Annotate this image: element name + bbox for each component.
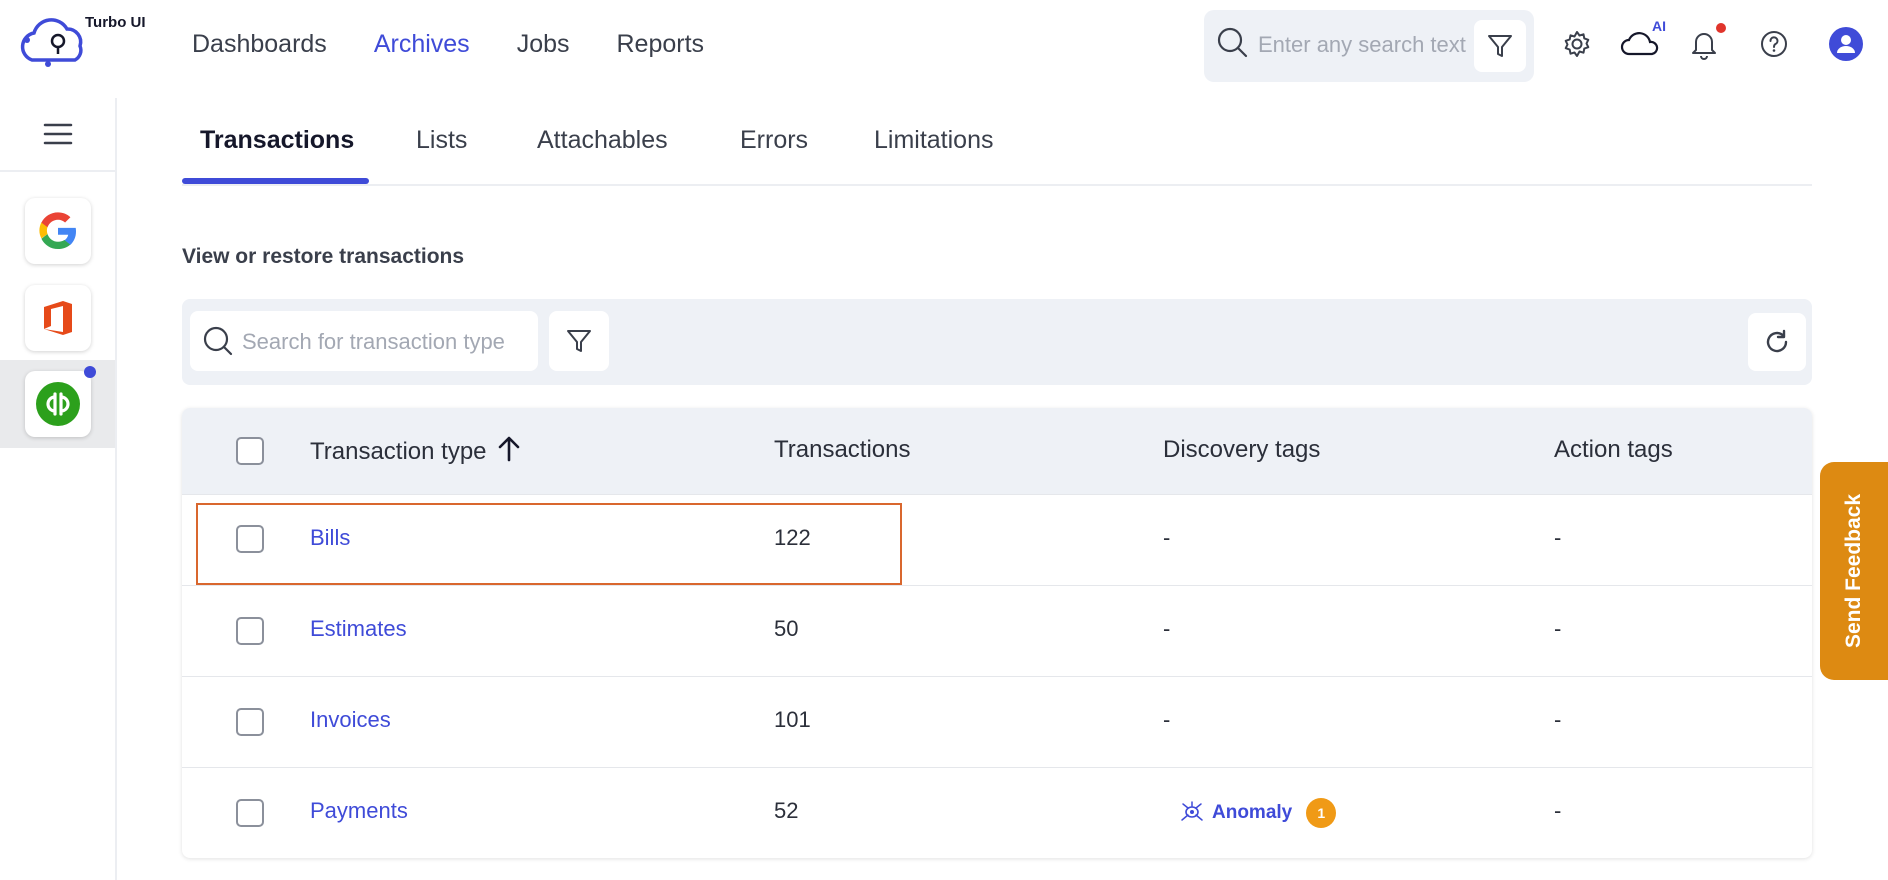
discovery-tags-value: -: [1163, 525, 1171, 550]
top-bar: Turbo UI Dashboards Archives Jobs Report…: [0, 0, 1888, 92]
nav-archives[interactable]: Archives: [374, 30, 470, 59]
table-row: Estimates 50 - -: [182, 585, 1812, 676]
section-title: View or restore transactions: [182, 245, 465, 268]
quickbooks-status-dot: [84, 366, 96, 378]
tab-limitations[interactable]: Limitations: [874, 126, 994, 155]
global-search-input[interactable]: Enter any search text: [1204, 10, 1534, 82]
brand-name: Turbo UI: [85, 14, 146, 31]
tab-attachables[interactable]: Attachables: [537, 126, 668, 155]
transaction-count: 50: [774, 616, 799, 641]
send-feedback-button[interactable]: Send Feedback: [1820, 462, 1888, 680]
row-checkbox[interactable]: [236, 799, 264, 827]
column-action-tags[interactable]: Action tags: [1554, 436, 1673, 464]
refresh-icon: [1766, 329, 1788, 353]
action-tags-value: -: [1554, 707, 1562, 732]
transaction-search-input[interactable]: Search for transaction type: [190, 311, 538, 371]
global-search-placeholder: Enter any search text: [1258, 32, 1466, 57]
filter-button[interactable]: [549, 311, 609, 371]
table-row: Bills 122 - -: [182, 494, 1812, 585]
nav-reports[interactable]: Reports: [617, 30, 705, 59]
sort-ascending-icon: [497, 436, 521, 469]
row-checkbox[interactable]: [236, 617, 264, 645]
archive-tabs: Transactions Lists Attachables Errors Li…: [182, 108, 1812, 186]
table-header: Transaction type Transactions Discovery …: [182, 408, 1812, 494]
transaction-search-placeholder: Search for transaction type: [242, 329, 505, 354]
transaction-type-link[interactable]: Invoices: [310, 707, 391, 733]
discovery-tags-value: -: [1163, 707, 1171, 732]
discovery-tags-value: -: [1163, 616, 1171, 641]
action-tags-value: -: [1554, 525, 1562, 550]
action-tags-value: -: [1554, 616, 1562, 641]
transaction-type-link[interactable]: Bills: [310, 525, 350, 551]
column-transactions[interactable]: Transactions: [774, 436, 911, 464]
notification-dot: [1716, 23, 1726, 33]
row-checkbox[interactable]: [236, 708, 264, 736]
transaction-type-link[interactable]: Payments: [310, 798, 408, 824]
google-icon[interactable]: [25, 198, 91, 264]
send-feedback-label: Send Feedback: [1842, 493, 1865, 649]
quickbooks-icon[interactable]: [25, 371, 91, 437]
search-icon: [1216, 26, 1250, 65]
table-row: Payments 52 Anomaly 1 -: [182, 767, 1812, 858]
turbo-logo-icon[interactable]: [18, 16, 90, 72]
tab-transactions[interactable]: Transactions: [200, 126, 354, 155]
anomaly-tag[interactable]: Anomaly 1: [1180, 798, 1337, 828]
gear-icon[interactable]: [1557, 24, 1597, 64]
user-avatar-icon[interactable]: [1826, 24, 1866, 64]
office-icon[interactable]: [25, 285, 91, 351]
tab-errors[interactable]: Errors: [740, 126, 808, 155]
nav-jobs[interactable]: Jobs: [517, 30, 570, 59]
search-icon: [202, 325, 234, 362]
select-all-checkbox[interactable]: [236, 437, 264, 465]
main-nav: Dashboards Archives Jobs Reports: [192, 30, 751, 59]
filter-icon: [567, 330, 591, 352]
anomaly-icon: [1180, 800, 1204, 827]
app-rail: [0, 98, 117, 880]
table-row: Invoices 101 - -: [182, 676, 1812, 767]
transactions-toolbar: Search for transaction type: [182, 299, 1812, 385]
ai-badge: AI: [1652, 18, 1666, 34]
row-checkbox[interactable]: [236, 525, 264, 553]
active-tab-indicator: [182, 178, 369, 184]
transaction-count: 52: [774, 798, 799, 823]
refresh-button[interactable]: [1748, 313, 1806, 371]
help-icon[interactable]: [1754, 24, 1794, 64]
hamburger-menu-icon[interactable]: [0, 98, 115, 172]
column-transaction-type[interactable]: Transaction type: [310, 436, 521, 469]
column-label: Transaction type: [310, 437, 487, 465]
anomaly-label: Anomaly: [1212, 802, 1293, 823]
transactions-table: Transaction type Transactions Discovery …: [182, 408, 1812, 858]
nav-dashboards[interactable]: Dashboards: [192, 30, 327, 59]
action-tags-value: -: [1554, 798, 1562, 823]
transaction-count: 122: [774, 525, 811, 550]
tab-lists[interactable]: Lists: [416, 126, 467, 155]
anomaly-count-badge: 1: [1306, 798, 1337, 828]
transaction-count: 101: [774, 707, 811, 732]
transaction-type-link[interactable]: Estimates: [310, 616, 407, 642]
global-filter-button[interactable]: [1474, 20, 1526, 72]
column-discovery-tags[interactable]: Discovery tags: [1163, 436, 1320, 464]
